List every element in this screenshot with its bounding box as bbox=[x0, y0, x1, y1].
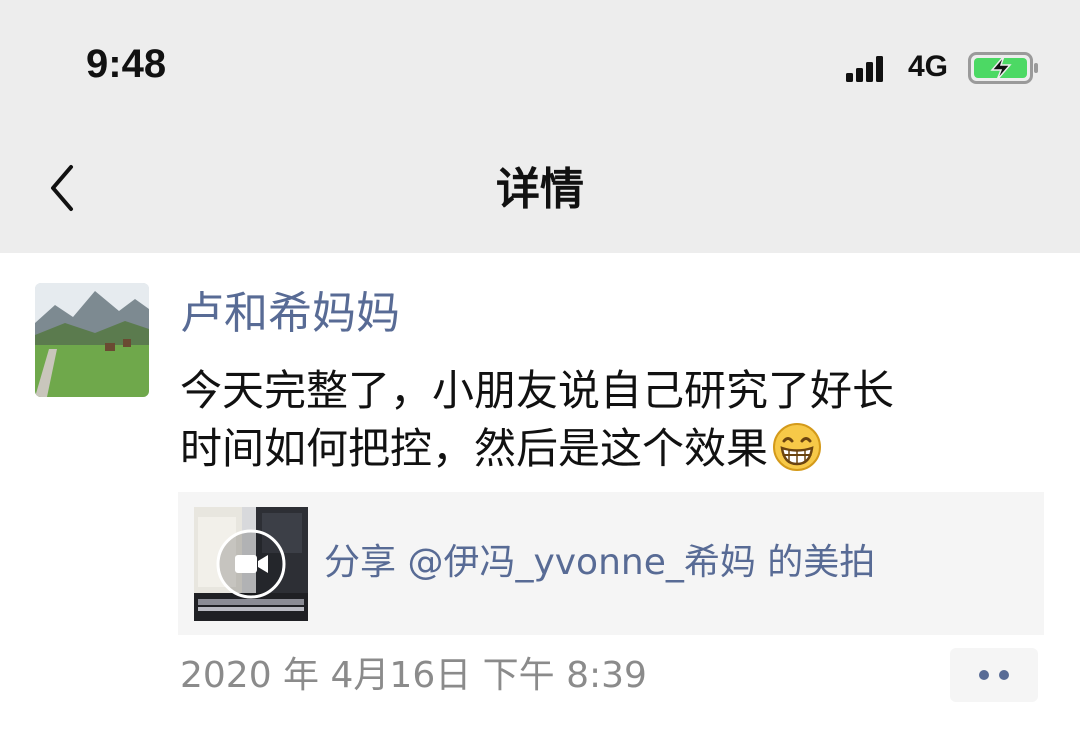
post-content-line: 今天完整了，小朋友说自己研究了好长 bbox=[180, 366, 895, 415]
cellular-signal-icon bbox=[846, 56, 883, 82]
post-content: 今天完整了，小朋友说自己研究了好长 时间如何把控，然后是这个效果 bbox=[180, 362, 1050, 478]
network-type: 4G bbox=[908, 50, 949, 83]
share-title: 分享 @伊冯_yvonne_希妈 的美拍 bbox=[324, 542, 876, 583]
dot-icon bbox=[999, 670, 1009, 680]
more-options-button[interactable] bbox=[950, 648, 1038, 702]
post-content-text: 时间如何把控，然后是这个效果 bbox=[180, 424, 769, 473]
post-timestamp: 2020 年 4月16日 下午 8:39 bbox=[180, 655, 647, 696]
share-thumbnail bbox=[194, 507, 308, 621]
dot-icon bbox=[979, 670, 989, 680]
status-time: 9:48 bbox=[86, 42, 167, 86]
shared-link-card[interactable]: 分享 @伊冯_yvonne_希妈 的美拍 bbox=[178, 492, 1044, 635]
post-content-line-2: 时间如何把控，然后是这个效果 bbox=[180, 420, 1050, 478]
battery-charging-icon bbox=[968, 52, 1038, 84]
author-name[interactable]: 卢和希妈妈 bbox=[180, 286, 400, 342]
page-title: 详情 bbox=[496, 164, 584, 215]
avatar[interactable] bbox=[35, 283, 149, 397]
grinning-face-icon bbox=[773, 423, 822, 471]
top-bar: 9:48 4G 详情 bbox=[0, 0, 1080, 253]
